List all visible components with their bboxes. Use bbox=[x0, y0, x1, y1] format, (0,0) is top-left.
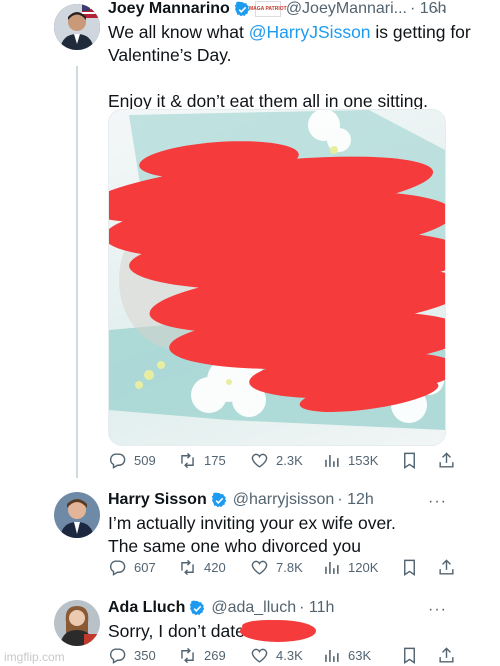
tweet-actions: 607 420 7.8K 120K bbox=[108, 558, 456, 577]
like-button[interactable]: 2.3K bbox=[250, 451, 322, 470]
views-chart-icon bbox=[325, 649, 339, 662]
tweet-header: Harry Sisson @harryjsisson · 12h bbox=[108, 491, 374, 509]
retweet-count: 420 bbox=[204, 560, 226, 575]
share-icon[interactable] bbox=[437, 451, 456, 470]
views-chart-icon bbox=[325, 561, 339, 574]
more-options-icon[interactable]: ··· bbox=[428, 493, 447, 511]
handle[interactable]: @JoeyMannari... bbox=[286, 0, 407, 18]
views-button[interactable]: 153K bbox=[322, 451, 400, 470]
verified-badge-icon bbox=[211, 492, 226, 507]
retweet-icon bbox=[181, 559, 194, 576]
handle[interactable]: @ada_lluch bbox=[211, 599, 296, 617]
reply-button[interactable]: 350 bbox=[108, 646, 178, 665]
reply-count: 509 bbox=[134, 453, 156, 468]
view-count: 63K bbox=[348, 648, 372, 663]
tweet-actions: 509 175 2.3K 153K bbox=[108, 451, 456, 470]
retweet-count: 269 bbox=[204, 648, 226, 663]
views-button[interactable]: 63K bbox=[322, 646, 400, 665]
tweet-text: We all know what @HarryJSisson is gettin… bbox=[108, 21, 488, 113]
display-name[interactable]: Joey Mannarino bbox=[108, 0, 230, 18]
tweet-image[interactable] bbox=[108, 109, 446, 446]
tweet-actions: 350 269 4.3K 63K bbox=[108, 646, 456, 665]
more-options-icon[interactable]: ··· bbox=[428, 2, 447, 20]
avatar[interactable] bbox=[54, 492, 100, 538]
tweet-header: Ada Lluch @ada_lluch · 11h bbox=[108, 599, 334, 617]
tweet-image-content bbox=[109, 110, 445, 430]
bookmark-icon[interactable] bbox=[400, 451, 419, 470]
retweet-icon bbox=[181, 452, 194, 469]
like-button[interactable]: 7.8K bbox=[250, 558, 322, 577]
heart-icon bbox=[251, 560, 268, 575]
display-name[interactable]: Harry Sisson bbox=[108, 491, 207, 509]
heart-icon bbox=[251, 648, 268, 663]
reply-button[interactable]: 607 bbox=[108, 558, 178, 577]
views-button[interactable]: 120K bbox=[322, 558, 400, 577]
retweet-icon bbox=[181, 647, 194, 664]
like-count: 7.8K bbox=[276, 560, 303, 575]
reply-count: 350 bbox=[134, 648, 156, 663]
reply-icon bbox=[109, 560, 126, 576]
reply-icon bbox=[109, 648, 126, 664]
share-icon[interactable] bbox=[437, 558, 456, 577]
bookmark-icon[interactable] bbox=[400, 646, 419, 665]
display-name[interactable]: Ada Lluch bbox=[108, 599, 185, 617]
views-chart-icon bbox=[325, 454, 339, 467]
timestamp[interactable]: · 12h bbox=[337, 491, 373, 509]
reply-icon bbox=[109, 453, 126, 469]
tweet-header: Joey Mannarino MAGA PATRIOT @JoeyMannari… bbox=[108, 0, 446, 18]
affiliation-badge-icon: MAGA PATRIOT bbox=[249, 1, 287, 17]
reply-button[interactable]: 509 bbox=[108, 451, 178, 470]
view-count: 153K bbox=[348, 453, 379, 468]
tweet-text-part: We all know what bbox=[108, 22, 249, 42]
bookmark-icon[interactable] bbox=[400, 558, 419, 577]
retweet-button[interactable]: 420 bbox=[178, 558, 250, 577]
retweet-button[interactable]: 175 bbox=[178, 451, 250, 470]
verified-badge-icon bbox=[190, 600, 205, 615]
avatar[interactable] bbox=[54, 4, 100, 50]
view-count: 120K bbox=[348, 560, 379, 575]
like-count: 4.3K bbox=[276, 648, 303, 663]
like-button[interactable]: 4.3K bbox=[250, 646, 322, 665]
retweet-button[interactable]: 269 bbox=[178, 646, 250, 665]
reply-count: 607 bbox=[134, 560, 156, 575]
timestamp[interactable]: · 11h bbox=[299, 599, 334, 617]
thread-connector-line bbox=[76, 66, 78, 478]
heart-icon bbox=[251, 453, 268, 468]
affiliation-badge-label: MAGA PATRIOT bbox=[248, 6, 287, 12]
mention-link[interactable]: @HarryJSisson bbox=[249, 22, 371, 42]
share-icon[interactable] bbox=[437, 646, 456, 665]
avatar[interactable] bbox=[54, 600, 100, 646]
handle[interactable]: @harryjsisson bbox=[233, 491, 335, 509]
like-count: 2.3K bbox=[276, 453, 303, 468]
more-options-icon[interactable]: ··· bbox=[428, 601, 447, 619]
watermark-label: imgflip.com bbox=[4, 650, 65, 664]
redaction-scribble bbox=[240, 620, 316, 642]
tweet-text: I’m actually inviting your ex wife over.… bbox=[108, 513, 396, 556]
retweet-count: 175 bbox=[204, 453, 226, 468]
